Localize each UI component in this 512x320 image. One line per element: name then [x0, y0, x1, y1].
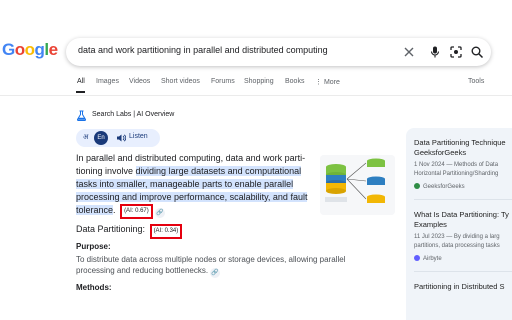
search-icon[interactable]: [470, 45, 484, 59]
data-partitioning-heading: Data Partitioning: (AI: 0.34): [76, 224, 183, 239]
source-1-snippet-line2: Horizontal Partitioning/Sharding: [414, 171, 499, 177]
tab-videos[interactable]: Videos: [129, 78, 150, 85]
ai-score-badge: (AI: 0.34): [149, 224, 183, 239]
logo-letter: o: [24, 40, 35, 59]
source-divider: [414, 199, 512, 200]
tab-all[interactable]: All: [77, 78, 85, 85]
header: Google data and work partitioning in par…: [0, 0, 512, 72]
tab-more[interactable]: ⋮ More: [315, 78, 340, 86]
source-1-site[interactable]: GeeksforGeeks: [414, 183, 465, 190]
geeksforgeeks-icon: [414, 183, 420, 189]
paragraph-end: .: [113, 205, 116, 215]
ai-overview-paragraph: In parallel and distributed computing, d…: [76, 152, 321, 219]
source-2-title[interactable]: What Is Data Partitioning: Ty: [414, 210, 509, 220]
search-labs-icon: [76, 110, 87, 121]
source-1-title-line2[interactable]: GeeksforGeeks: [414, 148, 466, 158]
purpose-label: Purpose:: [76, 242, 111, 251]
source-2-title-line2[interactable]: Examples: [414, 220, 447, 230]
airbyte-icon: [414, 255, 420, 261]
methods-label: Methods:: [76, 283, 112, 292]
tab-books[interactable]: Books: [285, 78, 304, 85]
sources-panel: Data Partitioning Technique GeeksforGeek…: [406, 128, 512, 320]
subheading-text: Data Partitioning:: [76, 224, 146, 234]
source-2-site-name: Airbyte: [423, 256, 442, 262]
source-1-snippet: 1 Nov 2024 — Methods of Data: [414, 162, 499, 168]
speaker-icon[interactable]: [116, 133, 126, 143]
google-logo[interactable]: Google: [2, 40, 58, 60]
ai-overview-title: Search Labs | AI Overview: [92, 111, 175, 118]
source-2-snippet-line2: partitions, data processing tasks: [414, 243, 500, 249]
tab-short-videos[interactable]: Short videos: [161, 78, 200, 85]
microphone-icon[interactable]: [428, 45, 442, 59]
tab-images[interactable]: Images: [96, 78, 119, 85]
tabs-divider: [0, 95, 512, 96]
logo-letter: g: [34, 40, 45, 59]
translate-icon[interactable]: अ: [83, 133, 88, 142]
ai-score-badge: (AI: 0.67): [120, 204, 153, 219]
logo-letter: o: [14, 40, 25, 59]
language-en-button[interactable]: En: [94, 131, 108, 145]
close-icon[interactable]: [402, 45, 416, 59]
listen-button[interactable]: Listen: [129, 133, 148, 140]
tab-shopping[interactable]: Shopping: [244, 78, 274, 85]
source-3-title[interactable]: Partitioning in Distributed S: [414, 282, 504, 292]
active-tab-indicator: [76, 91, 85, 93]
tab-forums[interactable]: Forums: [211, 78, 235, 85]
link-icon[interactable]: 🔗: [154, 208, 165, 218]
source-2-snippet: 11 Jul 2023 — By dividing a larg: [414, 234, 500, 240]
search-bar[interactable]: data and work partitioning in parallel a…: [66, 38, 491, 66]
source-1-title[interactable]: Data Partitioning Technique: [414, 138, 506, 148]
source-2-site[interactable]: Airbyte: [414, 255, 442, 262]
search-input[interactable]: data and work partitioning in parallel a…: [78, 45, 328, 55]
source-1-site-name: GeeksforGeeks: [423, 184, 465, 190]
language-listen-bar: अ En Listen: [76, 129, 160, 147]
link-icon[interactable]: 🔗: [210, 268, 221, 278]
purpose-text: To distribute data across multiple nodes…: [76, 254, 376, 278]
partitioning-diagram-image[interactable]: [320, 155, 395, 215]
logo-letter: G: [2, 40, 15, 59]
source-divider: [414, 271, 512, 272]
lens-icon[interactable]: [449, 45, 463, 59]
tools-button[interactable]: Tools: [468, 78, 484, 85]
logo-letter: e: [48, 40, 58, 59]
